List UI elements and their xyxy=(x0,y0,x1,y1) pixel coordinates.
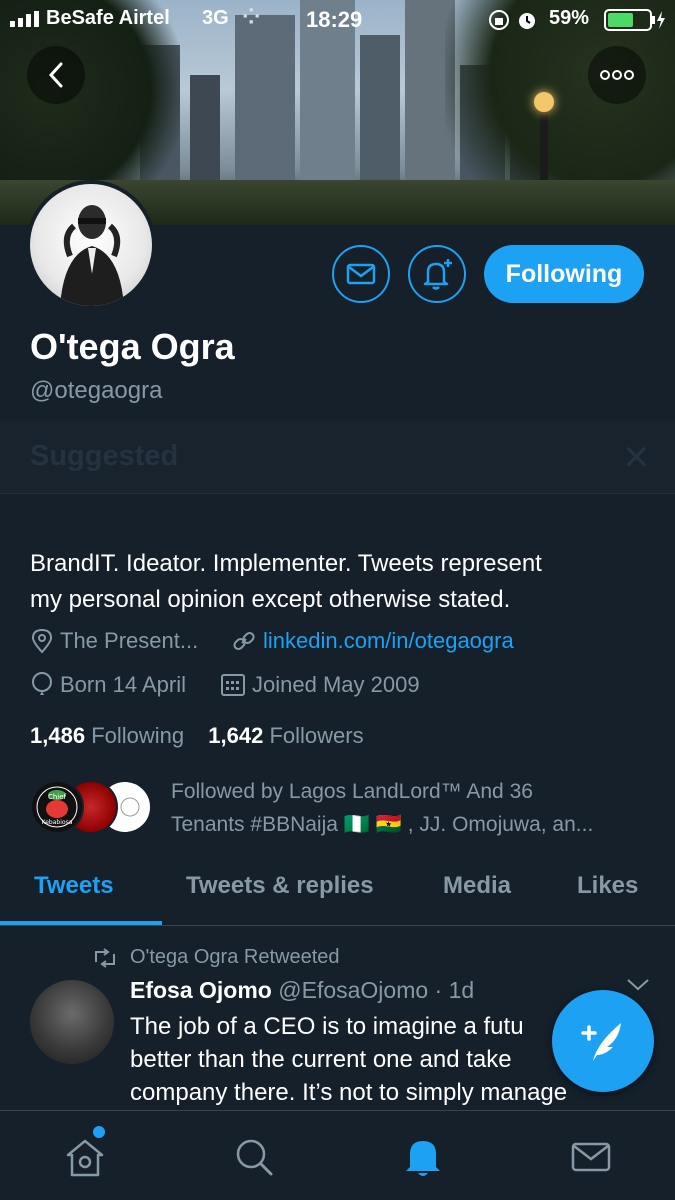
profile-location: The Present... xyxy=(30,628,198,654)
bio-line: BrandIT. Ideator. Implementer. Tweets re… xyxy=(30,550,542,577)
location-text: The Present... xyxy=(60,628,199,653)
notify-button[interactable] xyxy=(408,245,466,303)
following-label: Following xyxy=(91,723,185,748)
tweet-author[interactable]: Efosa Ojomo xyxy=(130,977,272,1003)
svg-text:Chief: Chief xyxy=(48,793,67,801)
joined-text: Joined May 2009 xyxy=(252,672,420,697)
birthday-text: Born 14 April xyxy=(60,672,186,697)
profile-avatar[interactable] xyxy=(26,180,156,310)
website-link[interactable]: linkedin.com/in/otegaogra xyxy=(263,628,514,654)
feather-plus-icon xyxy=(581,1023,621,1061)
following-count: 1,486 xyxy=(30,723,86,748)
follower-avatar: Chief Kebabiosa xyxy=(30,780,84,834)
follow-counts: 1,486 Following 1,642 Followers xyxy=(30,723,364,749)
home-icon[interactable] xyxy=(64,1135,106,1179)
bottom-navigation xyxy=(0,1110,675,1200)
alarm-icon xyxy=(519,13,535,29)
retweet-icon xyxy=(95,948,115,968)
tab-likes[interactable]: Likes xyxy=(577,872,638,900)
followers-count-link[interactable]: 1,642 Followers xyxy=(208,723,363,748)
tab-tweets[interactable]: Tweets xyxy=(34,872,114,900)
rotation-lock-icon xyxy=(489,10,509,30)
tab-tweets-replies[interactable]: Tweets & replies xyxy=(186,872,374,900)
loading-icon: ⁘ xyxy=(242,4,261,29)
more-button[interactable] xyxy=(588,46,646,104)
calendar-icon xyxy=(221,674,245,696)
link-icon xyxy=(233,631,255,651)
tweet-time: · 1d xyxy=(434,977,475,1003)
carrier-name: BeSafe Airtel xyxy=(46,7,170,29)
followers-count: 1,642 xyxy=(208,723,264,748)
clock: 18:29 xyxy=(306,7,363,32)
following-button[interactable]: Following xyxy=(484,245,644,303)
avatar-portrait xyxy=(60,205,124,306)
followed-by-avatars[interactable]: Chief Kebabiosa xyxy=(30,780,155,836)
notifications-icon[interactable] xyxy=(402,1135,444,1179)
profile-tabs: Tweets Tweets & replies Media Likes xyxy=(0,860,675,926)
bio-line: my personal opinion except otherwise sta… xyxy=(30,586,511,613)
chevron-left-icon xyxy=(48,62,63,88)
signal-icon xyxy=(10,11,39,27)
location-pin-icon xyxy=(31,628,53,654)
tab-media[interactable]: Media xyxy=(443,872,511,900)
new-activity-dot xyxy=(93,1126,105,1138)
messages-icon[interactable] xyxy=(570,1135,612,1179)
tweet-author-handle: @EfosaOjomo xyxy=(278,977,429,1003)
more-icon xyxy=(600,70,634,80)
profile-birthday: Born 14 April xyxy=(30,672,186,698)
battery-percent: 59% xyxy=(549,7,590,29)
tweet-header: Efosa Ojomo @EfosaOjomo · 1d xyxy=(130,977,474,1004)
battery-icon xyxy=(604,9,665,31)
followed-by-text[interactable]: Followed by Lagos LandLord™ And 36 Tenan… xyxy=(171,775,651,841)
active-tab-indicator xyxy=(0,921,162,925)
banner-building xyxy=(235,15,295,185)
chevron-down-icon[interactable] xyxy=(625,976,651,994)
profile-joined: Joined May 2009 xyxy=(220,672,420,698)
back-button[interactable] xyxy=(27,46,85,104)
tweet-author-avatar[interactable] xyxy=(30,980,114,1064)
banner-building xyxy=(360,35,400,185)
status-bar: BeSafe Airtel 3G ⁘ 18:29 59% xyxy=(0,0,675,40)
following-count-link[interactable]: 1,486 Following xyxy=(30,723,190,748)
svg-text:Kebabiosa: Kebabiosa xyxy=(42,819,73,826)
bell-plus-icon xyxy=(423,259,452,290)
balloon-icon xyxy=(32,672,52,695)
suggested-section: Suggested ✕ xyxy=(0,420,675,494)
chief-logo: Chief Kebabiosa xyxy=(36,786,78,828)
followed-by-line: Followed by Lagos LandLord™ And 36 xyxy=(171,780,533,803)
followers-label: Followers xyxy=(269,723,364,748)
network-type: 3G xyxy=(202,7,229,29)
search-icon[interactable] xyxy=(233,1135,275,1179)
message-button[interactable] xyxy=(332,245,390,303)
profile-website[interactable]: linkedin.com/in/otegaogra xyxy=(231,628,514,654)
suggested-title: Suggested xyxy=(30,440,179,472)
compose-tweet-button[interactable] xyxy=(552,990,654,1092)
banner-building xyxy=(190,75,220,185)
profile-handle: @otegaogra xyxy=(30,377,163,404)
followed-by-line: Tenants #BBNaija 🇳🇬 🇬🇭 , JJ. Omojuwa, an… xyxy=(171,813,594,836)
close-icon[interactable]: ✕ xyxy=(622,438,651,478)
retweet-label: O'tega Ogra Retweeted xyxy=(130,946,340,968)
profile-bio: BrandIT. Ideator. Implementer. Tweets re… xyxy=(30,546,650,618)
envelope-icon xyxy=(346,263,376,285)
profile-name: O'tega Ogra xyxy=(30,326,235,367)
